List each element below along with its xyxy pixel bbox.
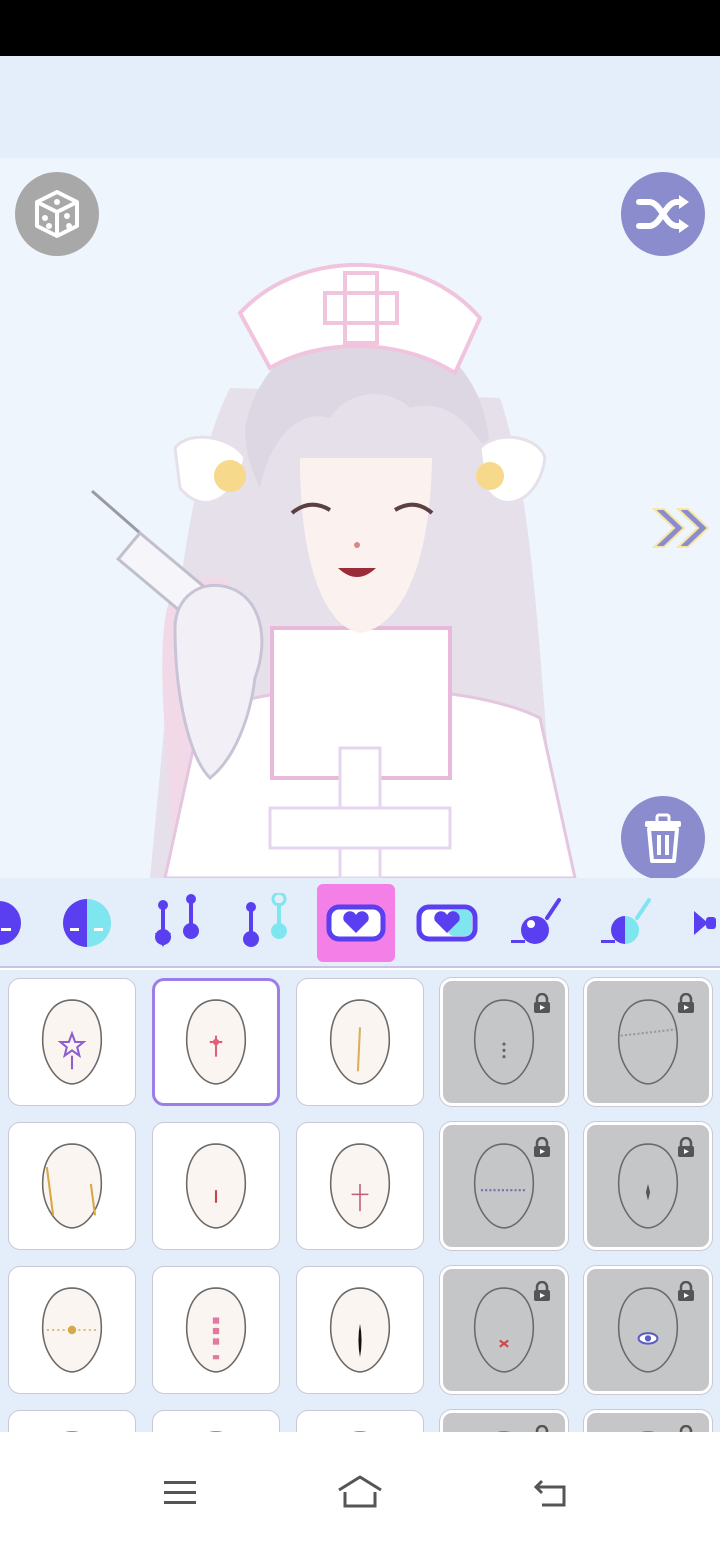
dice-icon bbox=[35, 190, 79, 238]
face-preview-icon bbox=[185, 1287, 247, 1373]
lock-icon bbox=[534, 993, 550, 1013]
face-preview-icon bbox=[329, 999, 391, 1085]
item-tile-stitch-line[interactable] bbox=[584, 978, 712, 1106]
item-grid bbox=[0, 970, 720, 1432]
item-tile-blue-mark[interactable] bbox=[152, 1410, 280, 1432]
tab-earrings[interactable] bbox=[138, 884, 216, 962]
heart-mark-color-icon bbox=[416, 904, 478, 942]
shuffle-button[interactable] bbox=[621, 172, 705, 256]
random-dice-button[interactable] bbox=[15, 172, 99, 256]
item-tile-sparkle-cross[interactable] bbox=[296, 1122, 424, 1250]
tab-face-mark-color[interactable] bbox=[408, 884, 486, 962]
item-tile-square-chain[interactable] bbox=[152, 1266, 280, 1394]
face-preview-icon bbox=[473, 1287, 535, 1373]
tab-accessory-drop-color[interactable] bbox=[586, 884, 664, 962]
item-tile-cross-dots[interactable] bbox=[152, 978, 280, 1106]
face-preview-icon bbox=[617, 999, 679, 1085]
tab-face-mark[interactable] bbox=[317, 884, 395, 962]
face-preview-icon bbox=[473, 1143, 535, 1229]
status-bar bbox=[0, 0, 720, 56]
face-preview-icon bbox=[41, 999, 103, 1085]
lock-icon bbox=[679, 1425, 693, 1432]
double-chevron-right-icon bbox=[651, 508, 710, 548]
back-icon bbox=[533, 1479, 566, 1507]
menu-icon bbox=[164, 1481, 196, 1504]
face-shape-color-icon bbox=[63, 899, 111, 947]
lock-icon bbox=[535, 1425, 549, 1432]
character-illustration bbox=[91, 262, 577, 878]
item-tile-moon-chain[interactable] bbox=[8, 1266, 136, 1394]
item-tile-star-pendant[interactable] bbox=[8, 978, 136, 1106]
lock-icon bbox=[678, 1137, 694, 1157]
tab-bow[interactable] bbox=[676, 884, 720, 962]
trash-icon bbox=[645, 813, 681, 863]
bow-icon bbox=[694, 911, 716, 935]
face-preview-icon bbox=[329, 1143, 391, 1229]
earring-pair-icon bbox=[155, 894, 199, 947]
item-tile-single-drop[interactable] bbox=[152, 1122, 280, 1250]
delete-button[interactable] bbox=[621, 796, 705, 880]
face-preview-icon bbox=[617, 1287, 679, 1373]
item-tile-pink-flower[interactable] bbox=[296, 1410, 424, 1432]
lock-icon bbox=[534, 1281, 550, 1301]
tab-accessory-drop[interactable] bbox=[496, 884, 574, 962]
item-tile-thin-line[interactable] bbox=[296, 978, 424, 1106]
face-preview-icon bbox=[329, 1287, 391, 1373]
face-preview-icon bbox=[41, 1287, 103, 1373]
next-page-button[interactable] bbox=[650, 505, 712, 551]
item-tile-third-eye[interactable] bbox=[584, 1266, 712, 1394]
tab-earrings-color[interactable] bbox=[226, 884, 304, 962]
face-shape-icon bbox=[0, 901, 21, 945]
face-preview-icon bbox=[41, 1143, 103, 1229]
item-tile-red-x[interactable] bbox=[440, 1266, 568, 1394]
system-nav-bar bbox=[0, 1432, 720, 1544]
item-tile-black-slit[interactable] bbox=[296, 1266, 424, 1394]
item-tile-faint-mark[interactable] bbox=[584, 1410, 712, 1432]
heart-mark-icon bbox=[326, 904, 386, 942]
item-tile-faint-dots[interactable] bbox=[440, 1410, 568, 1432]
category-tab-bar bbox=[0, 878, 720, 968]
item-tile-star-sparkle[interactable] bbox=[584, 1122, 712, 1250]
face-preview-icon bbox=[185, 1143, 247, 1229]
top-banner-area bbox=[0, 56, 720, 158]
lock-icon bbox=[678, 993, 694, 1013]
face-preview-icon bbox=[185, 999, 247, 1085]
lock-icon bbox=[678, 1281, 694, 1301]
home-icon bbox=[338, 1475, 382, 1508]
character-canvas bbox=[0, 158, 720, 878]
recent-apps-button[interactable] bbox=[150, 1472, 210, 1512]
item-tile-lashes[interactable] bbox=[8, 1410, 136, 1432]
shuffle-icon bbox=[636, 195, 689, 233]
accessory-drop-color-icon bbox=[601, 898, 651, 944]
face-preview-icon bbox=[617, 1143, 679, 1229]
lock-icon bbox=[534, 1137, 550, 1157]
back-button[interactable] bbox=[520, 1472, 580, 1512]
tab-face-shape-two-tone[interactable] bbox=[48, 884, 126, 962]
accessory-drop-icon bbox=[511, 898, 561, 944]
tab-face-shape[interactable] bbox=[0, 884, 38, 962]
earring-color-icon bbox=[243, 893, 287, 947]
item-tile-dots-vertical[interactable] bbox=[440, 978, 568, 1106]
home-button[interactable] bbox=[330, 1472, 390, 1512]
item-tile-gold-sides[interactable] bbox=[8, 1122, 136, 1250]
face-preview-icon bbox=[473, 999, 535, 1085]
item-tile-bead-band[interactable] bbox=[440, 1122, 568, 1250]
